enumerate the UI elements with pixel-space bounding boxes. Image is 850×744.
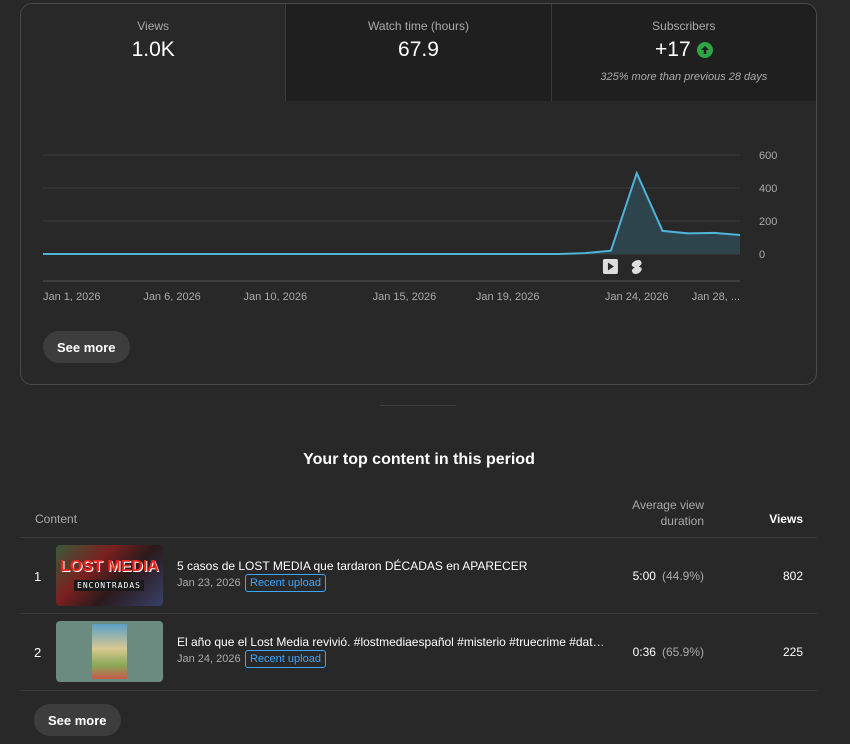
x-tick-label: Jan 10, 2026: [244, 291, 308, 301]
top-content-title: Your top content in this period: [303, 451, 535, 468]
avg-view-duration: 0:36 (65.9%): [632, 645, 704, 659]
row-rank: 1: [34, 569, 42, 584]
metric-tab-watch-time[interactable]: Watch time (hours) 67.9: [286, 4, 552, 101]
metric-tab-views[interactable]: Views 1.0K: [21, 4, 287, 101]
video-thumbnail[interactable]: [56, 621, 163, 682]
chart-see-more-button[interactable]: See more: [43, 331, 130, 363]
video-views: 802: [782, 569, 803, 583]
y-tick-label: 400: [759, 183, 777, 195]
thumbnail-title-text: LOST MEDIA: [60, 558, 159, 575]
y-tick-label: 0: [759, 249, 765, 261]
metric-value: 1.0K: [131, 38, 175, 61]
metric-label: Subscribers: [652, 19, 716, 33]
video-views: 225: [782, 645, 803, 659]
shorts-thumbnail-image: [92, 624, 127, 679]
shorts-icon: [631, 260, 642, 274]
views-chart: 0 200 400 600 Jan 1, 2026 Jan 6, 2026 Jan 10,…: [21, 101, 816, 303]
y-tick-label: 200: [759, 216, 777, 228]
video-title[interactable]: El año que el Lost Media revivió. #lostm…: [177, 635, 607, 649]
video-date: Jan 23, 2026: [177, 577, 241, 589]
series-area: [43, 173, 740, 254]
header-avg-duration[interactable]: Average view duration: [614, 497, 704, 529]
avg-view-duration: 5:00 (44.9%): [632, 569, 704, 583]
section-divider: [380, 405, 456, 406]
top-content-see-more-button[interactable]: See more: [34, 704, 121, 736]
metric-label: Views: [137, 19, 170, 33]
video-thumbnail[interactable]: LOST MEDIA ENCONTRADAS: [56, 545, 163, 606]
metrics-tabs: Views 1.0K Watch time (hours) 67.9 Subsc…: [21, 4, 816, 101]
x-tick-label: Jan 6, 2026: [143, 291, 201, 301]
recent-upload-badge: Recent upload: [245, 574, 326, 592]
metric-value: 67.9: [398, 38, 439, 61]
video-date: Jan 24, 2026: [177, 653, 241, 665]
x-tick-label: Jan 19, 2026: [476, 291, 540, 301]
metric-value: +17: [655, 38, 713, 62]
recent-upload-badge: Recent upload: [245, 650, 326, 668]
y-tick-label: 600: [759, 150, 777, 162]
row-rank: 2: [34, 645, 42, 660]
metric-comparison-note: 325% more than previous 28 days: [600, 71, 768, 83]
video-play-icon: [602, 259, 618, 274]
table-row[interactable]: 2 El año que el Lost Media revivió. #los…: [20, 613, 817, 691]
x-tick-label: Jan 24, 2026: [605, 291, 669, 301]
thumbnail-subtitle-text: ENCONTRADAS: [74, 580, 144, 591]
shorts-icon-glyph: [631, 260, 642, 274]
header-views[interactable]: Views: [760, 512, 803, 526]
x-tick-label: Jan 1, 2026: [43, 291, 101, 301]
overview-card: Views 1.0K Watch time (hours) 67.9 Subsc…: [20, 3, 817, 385]
x-tick-label: Jan 28, ...: [692, 291, 740, 301]
views-chart-svg: 0 200 400 600 Jan 1, 2026 Jan 6, 2026 Jan 10,…: [43, 150, 777, 303]
video-title[interactable]: 5 casos de LOST MEDIA que tardaron DÉCAD…: [177, 559, 607, 573]
table-row[interactable]: 1 LOST MEDIA ENCONTRADAS 5 casos de LOST…: [20, 537, 817, 614]
x-tick-label: Jan 15, 2026: [373, 291, 437, 301]
arrow-up-icon: [696, 42, 713, 58]
metric-label: Watch time (hours): [368, 19, 469, 33]
header-content: Content: [35, 512, 78, 526]
metric-tab-subscribers[interactable]: Subscribers +17 325% more than previous …: [551, 4, 816, 101]
